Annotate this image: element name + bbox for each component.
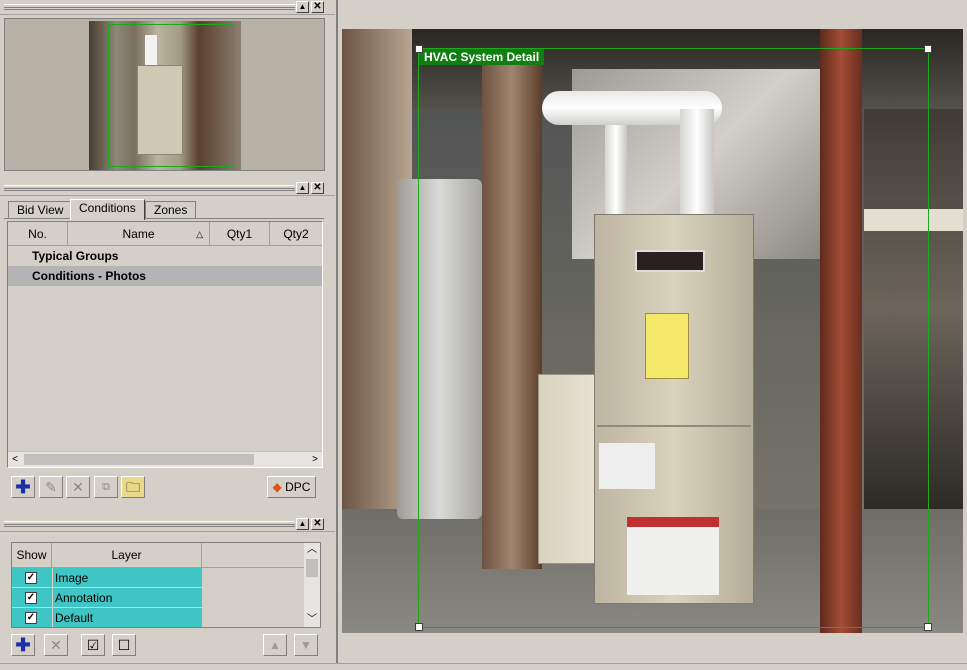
column-header-name-label: Name xyxy=(122,227,155,241)
vertical-scrollbar[interactable]: ︿ ﹀ xyxy=(304,543,320,627)
layer-row[interactable]: ✓ Image xyxy=(12,568,304,588)
layers-grid: Show Layer ✓ Image ✓ Annotation ✓ Defaul… xyxy=(11,542,321,628)
pencil-icon: ✎ xyxy=(45,479,57,495)
markup-rectangle[interactable]: HVAC System Detail xyxy=(415,45,932,631)
resize-handle-bottom-right[interactable] xyxy=(924,623,932,631)
thumbnail-panel-titlebar[interactable]: ▲ ✕ xyxy=(0,0,335,15)
image-viewer[interactable]: HVAC System Detail xyxy=(336,0,967,663)
close-icon[interactable]: ✕ xyxy=(311,1,324,13)
photo-canvas[interactable]: HVAC System Detail xyxy=(342,29,963,633)
layer-name: Default xyxy=(52,608,202,627)
layer-name: Annotation xyxy=(52,588,202,608)
delete-x-icon: ✕ xyxy=(50,637,62,653)
layer-name: Image xyxy=(52,568,202,588)
scrollbar-thumb[interactable] xyxy=(24,454,254,465)
scroll-left-icon[interactable]: < xyxy=(8,452,22,467)
copy-icon: ⧉ xyxy=(102,481,110,493)
pin-icon[interactable]: ▲ xyxy=(296,182,309,194)
layer-row[interactable]: ✓ Default xyxy=(12,608,304,627)
list-item-name: Typical Groups xyxy=(32,249,119,263)
panel-grip xyxy=(4,185,295,191)
layer-show-cell: ✓ xyxy=(12,568,52,588)
column-header-qty1[interactable]: Qty1 xyxy=(210,222,270,246)
scroll-up-icon[interactable]: ︿ xyxy=(304,543,320,557)
pin-icon[interactable]: ▲ xyxy=(296,518,309,530)
edit-condition-button[interactable]: ✎ xyxy=(39,476,63,498)
dpc-label: DPC xyxy=(285,480,311,494)
status-bar xyxy=(0,663,967,670)
resize-handle-top-right[interactable] xyxy=(924,45,932,53)
column-header-empty xyxy=(202,543,304,568)
scroll-right-icon[interactable]: > xyxy=(308,452,322,467)
conditions-tabs: Bid View Conditions Zones xyxy=(4,199,324,220)
layer-show-checkbox[interactable]: ✓ xyxy=(25,592,37,604)
empty-box-icon: ☐ xyxy=(117,637,131,653)
thumbnail-view-rectangle[interactable] xyxy=(108,24,234,167)
copy-condition-button[interactable]: ⧉ xyxy=(94,476,118,498)
thumbnail-image xyxy=(89,21,241,170)
hide-all-layers-button[interactable]: ☐ xyxy=(112,634,136,656)
markup-label[interactable]: HVAC System Detail xyxy=(419,49,545,65)
resize-handle-bottom-left[interactable] xyxy=(415,623,423,631)
delete-condition-button[interactable]: ✕ xyxy=(66,476,90,498)
column-header-no[interactable]: No. xyxy=(8,222,68,246)
close-icon[interactable]: ✕ xyxy=(311,182,324,194)
list-item[interactable]: Typical Groups xyxy=(8,246,322,266)
checked-box-icon: ☑ xyxy=(86,637,100,653)
add-condition-button[interactable]: ✚ xyxy=(11,476,35,498)
horizontal-scrollbar[interactable]: < > xyxy=(8,451,322,467)
column-header-layer[interactable]: Layer xyxy=(52,543,202,568)
thumbnail-navigator[interactable] xyxy=(4,18,325,171)
pin-icon[interactable]: ▲ xyxy=(296,1,309,13)
layer-show-checkbox[interactable]: ✓ xyxy=(25,572,37,584)
move-layer-down-button[interactable]: ▼ xyxy=(294,634,318,656)
new-folder-button[interactable]: 🗀 xyxy=(121,476,145,498)
move-layer-up-button[interactable]: ▲ xyxy=(263,634,287,656)
list-item-name: Conditions - Photos xyxy=(32,269,146,283)
resize-handle-top-left[interactable] xyxy=(415,45,423,53)
sort-ascending-icon: △ xyxy=(196,229,203,239)
delete-layer-button[interactable]: ✕ xyxy=(44,634,68,656)
tab-conditions[interactable]: Conditions xyxy=(70,199,145,220)
panel-grip xyxy=(4,4,295,10)
layer-show-checkbox[interactable]: ✓ xyxy=(25,612,37,624)
column-header-show[interactable]: Show xyxy=(12,543,52,568)
layer-show-cell: ✓ xyxy=(12,608,52,627)
show-all-layers-button[interactable]: ☑ xyxy=(81,634,105,656)
layer-row[interactable]: ✓ Annotation xyxy=(12,588,304,608)
dpc-icon: ◆ xyxy=(272,480,282,494)
tab-bid-view[interactable]: Bid View xyxy=(8,201,73,218)
column-header-qty2[interactable]: Qty2 xyxy=(270,222,322,246)
arrow-down-icon: ▼ xyxy=(300,638,312,652)
folder-icon: 🗀 xyxy=(126,479,140,495)
list-item-selected[interactable]: Conditions - Photos xyxy=(8,266,322,286)
tab-zones[interactable]: Zones xyxy=(145,201,197,218)
close-icon[interactable]: ✕ xyxy=(311,518,324,530)
scroll-down-icon[interactable]: ﹀ xyxy=(304,613,320,627)
delete-x-icon: ✕ xyxy=(72,479,84,495)
conditions-list: No. Name △ Qty1 Qty2 Typical Groups Cond… xyxy=(7,221,323,468)
conditions-panel-titlebar[interactable]: ▲ ✕ xyxy=(0,181,335,196)
arrow-up-icon: ▲ xyxy=(269,638,281,652)
add-layer-button[interactable]: ✚ xyxy=(11,634,35,656)
layers-panel-titlebar[interactable]: ▲ ✕ xyxy=(0,517,335,532)
layer-show-cell: ✓ xyxy=(12,588,52,608)
dpc-button[interactable]: ◆ DPC xyxy=(267,476,316,498)
scrollbar-thumb[interactable] xyxy=(306,559,318,577)
column-header-name[interactable]: Name △ xyxy=(68,222,210,246)
panel-grip xyxy=(4,521,295,527)
